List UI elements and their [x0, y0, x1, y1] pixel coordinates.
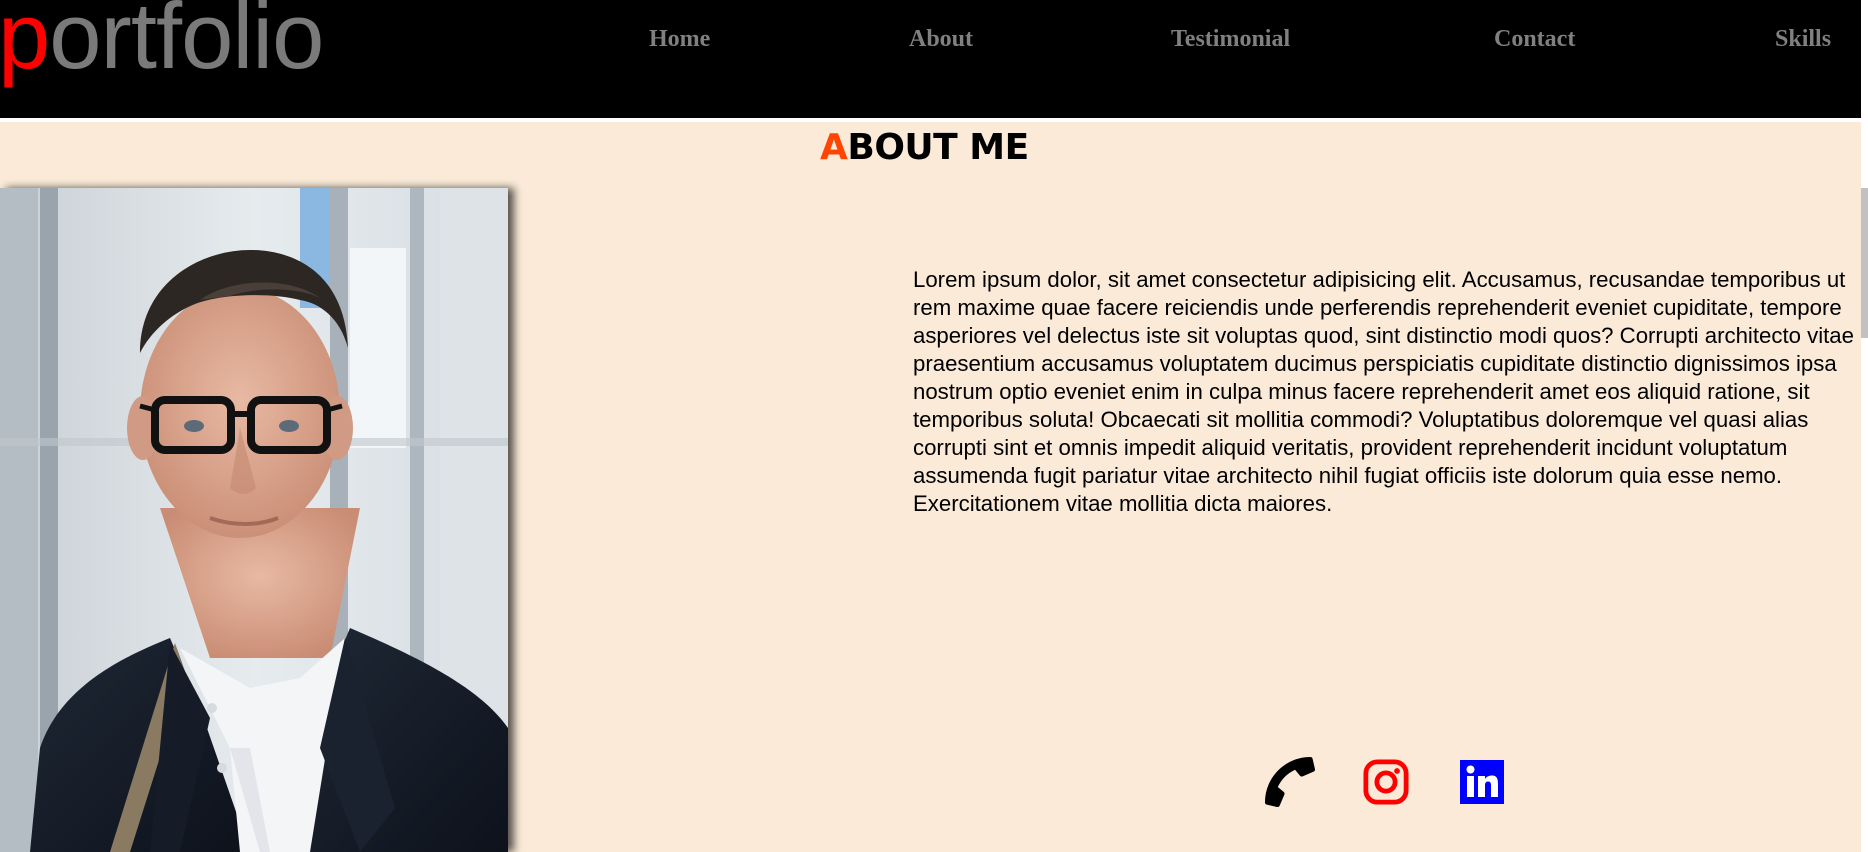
- nav-contact-link[interactable]: Contact: [1494, 22, 1575, 56]
- about-title-text: BOUT ME: [847, 127, 1029, 168]
- instagram-icon: [1363, 758, 1409, 810]
- nav-testimonial-link[interactable]: Testimonial: [1171, 22, 1290, 56]
- about-bio-text: Lorem ipsum dolor, sit amet consectetur …: [913, 267, 1854, 516]
- nav-about-link[interactable]: About: [909, 22, 973, 56]
- logo-text: ortfolio: [49, 0, 324, 88]
- linkedin-link[interactable]: [1455, 756, 1509, 812]
- linkedin-icon: [1460, 759, 1504, 809]
- page-scrollbar[interactable]: [1861, 0, 1868, 852]
- logo-accent-letter: p: [0, 0, 50, 88]
- nav-skills-link[interactable]: Skills: [1775, 22, 1831, 56]
- instagram-link[interactable]: [1359, 756, 1413, 812]
- site-header: portfolio Home About Testimonial Contact…: [0, 0, 1861, 118]
- nav-home-link[interactable]: Home: [649, 22, 710, 56]
- phone-icon: [1265, 756, 1315, 812]
- about-title-accent: A: [820, 127, 848, 168]
- scrollbar-thumb[interactable]: [1861, 188, 1868, 338]
- profile-photo: [0, 188, 508, 852]
- about-title: ABOUT ME: [820, 124, 1029, 172]
- phone-link[interactable]: [1263, 756, 1317, 812]
- logo[interactable]: portfolio: [0, 0, 324, 88]
